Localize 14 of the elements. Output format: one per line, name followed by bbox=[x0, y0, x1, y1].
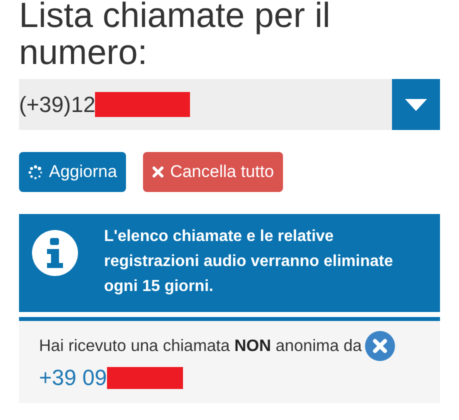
refresh-button[interactable]: Aggiorna bbox=[19, 152, 126, 192]
spinner-icon bbox=[28, 164, 43, 180]
close-icon[interactable] bbox=[364, 331, 395, 361]
call-message: Hai ricevuto una chiamata NON anonima da bbox=[39, 336, 362, 356]
info-icon bbox=[32, 230, 78, 276]
page-title: Lista chiamate per il numero: bbox=[19, 0, 332, 71]
selected-number: (+39)12 bbox=[19, 92, 96, 118]
dropdown-toggle[interactable] bbox=[392, 79, 440, 130]
caller-number: +39 09 bbox=[39, 365, 107, 391]
close-icon bbox=[152, 166, 164, 178]
number-select[interactable]: (+39)12 bbox=[19, 79, 440, 130]
caret-icon bbox=[405, 98, 427, 110]
alert-message: L'elenco chiamate e le relative registrazioni audio verranno eliminate ogni 15 giorni. bbox=[104, 227, 394, 297]
delete-all-button[interactable]: Cancella tutto bbox=[143, 152, 284, 192]
